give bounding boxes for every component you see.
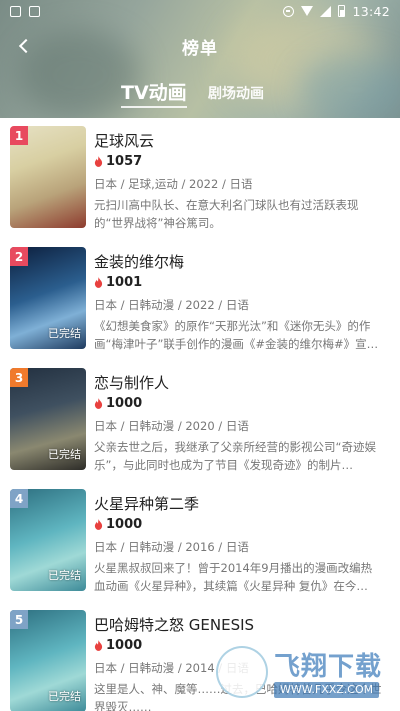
tab-theater-anime[interactable]: 剧场动画 [208, 83, 264, 103]
watermark-text: 飞翔下载 [274, 652, 383, 682]
rank-badge: 3 [10, 368, 28, 387]
cover-image: 3 已完结 [10, 368, 86, 470]
flame-icon [94, 156, 103, 167]
completed-tag: 已完结 [48, 690, 81, 703]
do-not-disturb-icon [283, 5, 295, 17]
item-description: 火星黑叔叔回来了！曾于2014年9月播出的漫画改编热血动画《火星异种》，其续篇《… [94, 561, 373, 593]
battery-icon [338, 5, 346, 17]
list-item[interactable]: 1 足球风云 1057 日本 / 足球,运动 / 2022 / 日语 元扫川高中… [0, 118, 400, 239]
top-bar: 榜单 [0, 28, 400, 64]
heat-score: 1057 [94, 154, 142, 169]
watermark-url: WWW.FXXZ.COM [274, 682, 380, 698]
item-title: 金装的维尔梅 [94, 253, 185, 271]
heat-score: 1001 [94, 275, 142, 290]
heat-value: 1001 [106, 275, 143, 290]
notification-icon [10, 5, 21, 17]
heat-value: 1000 [106, 517, 143, 532]
flame-icon [94, 277, 103, 288]
list-item[interactable]: 2 已完结 金装的维尔梅 1001 日本 / 日韩动漫 / 2022 / 日语 … [0, 239, 400, 360]
item-description: 元扫川高中队长、在意大利名门球队也有过活跃表现的“世界战将”神谷篤司。 [94, 198, 359, 230]
status-bar: 13:42 [0, 0, 400, 22]
completed-tag: 已完结 [48, 569, 81, 582]
list-item[interactable]: 4 已完结 火星异种第二季 1000 日本 / 日韩动漫 / 2016 / 日语… [0, 481, 400, 602]
status-time: 13:42 [352, 3, 390, 19]
signal-icon [320, 5, 332, 17]
heat-score: 1000 [94, 396, 142, 411]
ranking-list: 1 足球风云 1057 日本 / 足球,运动 / 2022 / 日语 元扫川高中… [0, 118, 400, 711]
item-title: 巴哈姆特之怒 GENESIS [94, 616, 255, 634]
flame-icon [94, 640, 103, 651]
item-title: 恋与制作人 [94, 374, 170, 392]
rank-badge: 2 [10, 247, 28, 266]
cover-image: 5 已完结 [10, 610, 86, 711]
rank-badge: 4 [10, 489, 28, 508]
watermark: 飞翔下载 WWW.FXXZ.COM [214, 640, 394, 704]
rank-badge: 1 [10, 126, 28, 145]
watermark-logo-icon [216, 646, 268, 698]
cover-image: 2 已完结 [10, 247, 86, 349]
item-meta: 日本 / 日韩动漫 / 2022 / 日语 [94, 298, 249, 312]
flame-icon [94, 519, 103, 530]
heat-score: 1000 [94, 517, 142, 532]
heat-value: 1057 [106, 154, 143, 169]
list-item[interactable]: 3 已完结 恋与制作人 1000 日本 / 日韩动漫 / 2020 / 日语 父… [0, 360, 400, 481]
notification-icon [29, 5, 40, 17]
rank-badge: 5 [10, 610, 28, 629]
tab-tv-anime[interactable]: TV动画 [121, 78, 187, 108]
back-arrow-icon[interactable] [12, 34, 36, 58]
item-title: 火星异种第二季 [94, 495, 200, 513]
completed-tag: 已完结 [48, 327, 81, 340]
completed-tag: 已完结 [48, 448, 81, 461]
category-tabs: TV动画 剧场动画 [0, 78, 400, 108]
heat-score: 1000 [94, 638, 142, 653]
item-description: 《幻想美食家》的原作“天那光汰”和《迷你无头》的作画“梅津叶子”联手创作的漫画《… [94, 319, 379, 351]
wifi-icon [301, 6, 314, 16]
page-title: 榜单 [182, 38, 218, 59]
heat-value: 1000 [106, 396, 143, 411]
cover-image: 4 已完结 [10, 489, 86, 591]
item-meta: 日本 / 日韩动漫 / 2016 / 日语 [94, 540, 249, 554]
item-meta: 日本 / 足球,运动 / 2022 / 日语 [94, 177, 253, 191]
item-meta: 日本 / 日韩动漫 / 2020 / 日语 [94, 419, 249, 433]
heat-value: 1000 [106, 638, 143, 653]
item-title: 足球风云 [94, 132, 155, 150]
flame-icon [94, 398, 103, 409]
item-description: 父亲去世之后，我继承了父亲所经营的影视公司“奇迹娱乐”，与此同时也成为了节目《发… [94, 440, 376, 472]
cover-image: 1 [10, 126, 86, 228]
